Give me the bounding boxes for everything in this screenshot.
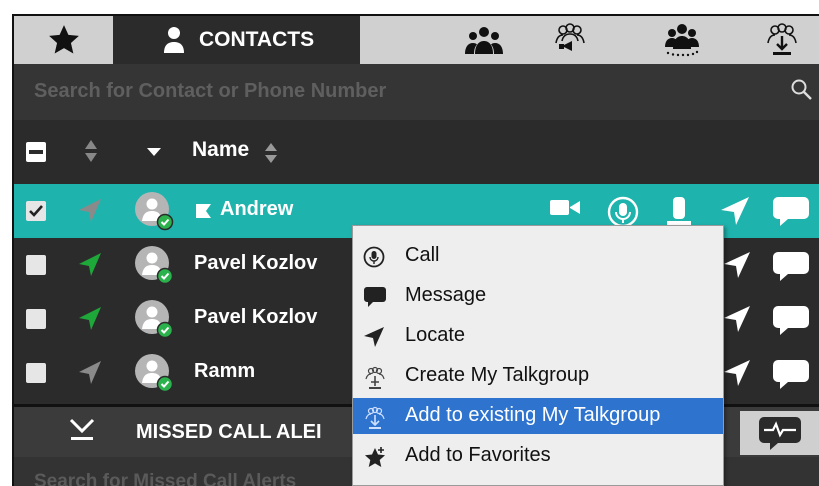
- contact-search[interactable]: Search for Contact or Phone Number: [14, 64, 819, 120]
- locate-icon: [363, 326, 385, 348]
- tab-contacts-label: CONTACTS: [199, 28, 315, 51]
- location-arrow-icon: [79, 361, 101, 384]
- menu-item-add-favorite[interactable]: Add to Favorites: [353, 438, 723, 474]
- tab-my-talkgroups[interactable]: [754, 16, 810, 64]
- flag-icon: [196, 204, 211, 218]
- group-icon: [465, 27, 503, 54]
- message-icon: [363, 286, 386, 308]
- call-icon: [363, 246, 385, 268]
- menu-item-message[interactable]: Message: [353, 278, 723, 314]
- tab-dispatch-groups[interactable]: [654, 16, 710, 64]
- avatar: [134, 299, 174, 339]
- contact-name: Pavel Kozlov: [194, 306, 318, 328]
- menu-item-label: Locate: [405, 324, 466, 346]
- missed-call-icon: [69, 418, 95, 440]
- sort-status-icon[interactable]: [84, 138, 98, 164]
- tab-groups[interactable]: [456, 16, 512, 64]
- list-header: Name: [14, 120, 819, 184]
- menu-item-create-talkgroup[interactable]: Create My Talkgroup: [353, 358, 723, 394]
- my-talkgroup-icon: [767, 23, 797, 55]
- location-arrow-icon: [79, 199, 101, 222]
- contact-checkbox[interactable]: [26, 363, 46, 383]
- tab-favorites[interactable]: [14, 16, 113, 64]
- missed-call-alerts-label: MISSED CALL ALEI: [136, 421, 322, 443]
- chevron-down-icon[interactable]: [146, 146, 162, 158]
- search-icon[interactable]: [790, 78, 814, 102]
- context-menu: Call Message Locate Create My Talkgroup Add …: [352, 225, 724, 486]
- create-talkgroup-icon: [363, 366, 385, 389]
- menu-item-label: Add to existing My Talkgroup: [405, 404, 661, 426]
- contact-name: Andrew: [220, 198, 294, 220]
- menu-item-label: Message: [405, 284, 487, 306]
- contact-avatar-icon: [135, 192, 174, 231]
- add-talkgroup-icon: [363, 406, 385, 429]
- sort-name-icon[interactable]: [264, 142, 278, 164]
- activity-bubble-icon: [759, 417, 801, 450]
- star-icon: [48, 25, 79, 54]
- add-favorite-icon: [363, 446, 385, 468]
- location-arrow-icon: [79, 307, 101, 330]
- menu-item-locate[interactable]: Locate: [353, 318, 723, 354]
- location-arrow-icon: [79, 253, 101, 276]
- avatar: [134, 353, 174, 393]
- contact-checkbox[interactable]: [26, 309, 46, 329]
- contact-name: Ramm: [194, 360, 256, 382]
- select-all-checkbox[interactable]: [26, 142, 46, 162]
- talkgroup-icon: [555, 23, 585, 51]
- avatar: [134, 191, 174, 231]
- contact-avatar-icon: [135, 246, 174, 285]
- contact-avatar-icon: [135, 300, 174, 339]
- contact-checkbox[interactable]: [26, 255, 46, 275]
- name-column-header[interactable]: Name: [192, 138, 249, 162]
- contact-search-input[interactable]: Search for Contact or Phone Number: [34, 80, 386, 103]
- person-icon: [164, 27, 184, 53]
- menu-item-label: Create My Talkgroup: [405, 364, 590, 386]
- contact-checkbox[interactable]: [26, 201, 46, 221]
- tab-bar: CONTACTS: [14, 16, 819, 64]
- dispatch-group-icon: [665, 24, 699, 57]
- contact-name: Pavel Kozlov: [194, 252, 318, 274]
- contact-avatar-icon: [135, 354, 174, 393]
- avatar: [134, 245, 174, 285]
- menu-item-label: Call: [405, 244, 440, 266]
- menu-item-label: Add to Favorites: [405, 444, 551, 466]
- tab-contacts[interactable]: CONTACTS: [113, 16, 360, 64]
- checkmark-icon: [29, 205, 43, 217]
- menu-item-call[interactable]: Call: [353, 238, 723, 274]
- menu-item-add-talkgroup[interactable]: Add to existing My Talkgroup: [353, 398, 723, 434]
- tab-talkgroups[interactable]: [542, 16, 598, 64]
- alerts-activity-tab[interactable]: [740, 411, 819, 455]
